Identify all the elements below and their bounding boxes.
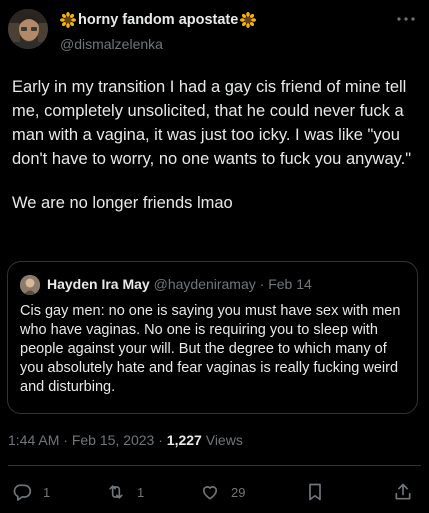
reply-icon [13,484,32,501]
tweet-meta: 1:44 AM · Feb 15, 2023 · 1,227 Views [8,432,243,448]
avatar-photo-icon [8,9,48,49]
author-avatar[interactable] [8,9,48,49]
quoted-author-avatar [20,275,40,295]
sunflower-icon [240,12,257,28]
like-button[interactable]: 29 [200,482,245,502]
retweet-count: 1 [137,484,145,500]
author-name-row[interactable]: horny fandom apostate [60,12,257,28]
retweet-icon [109,485,123,499]
quoted-separator: · [255,276,269,292]
reply-count: 1 [43,484,51,500]
heart-icon [202,486,218,500]
tweet-paragraph: We are no longer friends lmao [12,194,233,212]
share-icon [395,483,411,500]
quoted-date: Feb 14 [268,276,312,292]
author-display-name: horny fandom apostate [78,12,239,28]
meta-separator: · [154,432,167,448]
views-count: 1,227 [166,432,202,448]
views-label: Views [201,432,243,448]
sunflower-icon [60,12,76,28]
tweet-date[interactable]: Feb 15, 2023 [72,432,155,448]
quoted-text: Cis gay men: no one is saying you must h… [20,303,401,395]
bookmark-icon [309,483,321,501]
reply-button[interactable]: 1 [12,482,50,502]
quoted-author-name: Hayden Ira May [47,276,150,292]
meta-separator: · [59,432,72,448]
bookmark-button[interactable] [305,482,325,502]
divider [8,465,421,466]
author-handle[interactable]: @dismalzelenka [60,36,163,52]
quoted-tweet[interactable]: Hayden Ira May @haydeniramay · Feb 14 Ci… [7,261,418,414]
tweet-paragraph: Early in my transition I had a gay cis f… [12,78,412,168]
quoted-author-handle: @haydeniramay [153,276,256,292]
like-count: 29 [231,484,246,500]
share-button[interactable] [393,482,413,502]
tweet-text: Early in my transition I had a gay cis f… [12,75,424,215]
quoted-header: Hayden Ira May @haydeniramay · Feb 14 [47,276,312,292]
tweet-card: horny fandom apostate @dismalzelenka Ear… [0,0,429,513]
tweet-time[interactable]: 1:44 AM [8,432,59,448]
retweet-button[interactable]: 1 [106,482,144,502]
more-options-icon[interactable] [395,12,417,26]
avatar-photo-icon [20,275,40,295]
